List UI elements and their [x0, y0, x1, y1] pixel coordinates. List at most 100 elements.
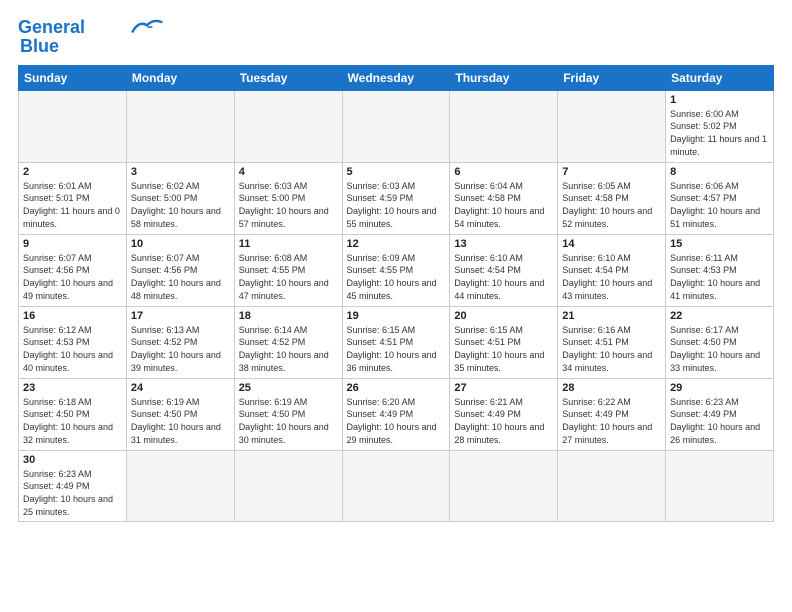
calendar-cell: 5 Sunrise: 6:03 AM Sunset: 4:59 PM Daylig… [342, 162, 450, 234]
header: General Blue [18, 18, 774, 57]
weekday-header-saturday: Saturday [666, 65, 774, 90]
day-number: 1 [670, 94, 769, 106]
calendar-cell: 14Sunrise: 6:10 AM Sunset: 4:54 PM Dayli… [558, 234, 666, 306]
day-info: Sunrise: 6:07 AM Sunset: 4:56 PM Dayligh… [23, 252, 122, 302]
calendar-cell [126, 90, 234, 162]
calendar-cell: 10 Sunrise: 6:07 AM Sunset: 4:56 PM Dayli… [126, 234, 234, 306]
logo: General Blue [18, 18, 163, 57]
day-number: 25 [239, 382, 338, 394]
calendar-cell: 15 Sunrise: 6:11 AM Sunset: 4:53 PM Dayli… [666, 234, 774, 306]
day-number: 2 [23, 166, 122, 178]
calendar-cell: 28Sunrise: 6:22 AM Sunset: 4:49 PM Dayli… [558, 378, 666, 450]
day-number: 14 [562, 238, 661, 250]
day-info: Sunrise: 6:14 AM Sunset: 4:52 PM Dayligh… [239, 324, 338, 374]
calendar-cell: 25 Sunrise: 6:19 AM Sunset: 4:50 PM Dayli… [234, 378, 342, 450]
calendar-cell [234, 90, 342, 162]
calendar-cell: 1Sunrise: 6:00 AM Sunset: 5:02 PM Daylig… [666, 90, 774, 162]
calendar-cell: 11Sunrise: 6:08 AM Sunset: 4:55 PM Dayli… [234, 234, 342, 306]
day-info: Sunrise: 6:09 AM Sunset: 4:55 PM Dayligh… [347, 252, 446, 302]
day-info: Sunrise: 6:13 AM Sunset: 4:52 PM Dayligh… [131, 324, 230, 374]
calendar-cell: 16 Sunrise: 6:12 AM Sunset: 4:53 PM Dayli… [19, 306, 127, 378]
day-number: 16 [23, 310, 122, 322]
weekday-header-wednesday: Wednesday [342, 65, 450, 90]
calendar-cell: 29 Sunrise: 6:23 AM Sunset: 4:49 PM Dayli… [666, 378, 774, 450]
calendar-week-4: 23Sunrise: 6:18 AM Sunset: 4:50 PM Dayli… [19, 378, 774, 450]
calendar-cell: 17 Sunrise: 6:13 AM Sunset: 4:52 PM Dayli… [126, 306, 234, 378]
calendar-cell: 24 Sunrise: 6:19 AM Sunset: 4:50 PM Dayli… [126, 378, 234, 450]
calendar-cell: 4 Sunrise: 6:03 AM Sunset: 5:00 PM Daylig… [234, 162, 342, 234]
day-number: 9 [23, 238, 122, 250]
weekday-header-sunday: Sunday [19, 65, 127, 90]
calendar-cell: 8Sunrise: 6:06 AM Sunset: 4:57 PM Daylig… [666, 162, 774, 234]
day-number: 21 [562, 310, 661, 322]
day-number: 7 [562, 166, 661, 178]
day-number: 6 [454, 166, 553, 178]
day-info: Sunrise: 6:07 AM Sunset: 4:56 PM Dayligh… [131, 252, 230, 302]
day-number: 13 [454, 238, 553, 250]
weekday-header-monday: Monday [126, 65, 234, 90]
day-info: Sunrise: 6:15 AM Sunset: 4:51 PM Dayligh… [347, 324, 446, 374]
calendar-cell [342, 450, 450, 521]
day-info: Sunrise: 6:11 AM Sunset: 4:53 PM Dayligh… [670, 252, 769, 302]
day-info: Sunrise: 6:16 AM Sunset: 4:51 PM Dayligh… [562, 324, 661, 374]
day-number: 24 [131, 382, 230, 394]
day-info: Sunrise: 6:05 AM Sunset: 4:58 PM Dayligh… [562, 180, 661, 230]
calendar-cell [342, 90, 450, 162]
day-number: 4 [239, 166, 338, 178]
day-number: 27 [454, 382, 553, 394]
day-info: Sunrise: 6:21 AM Sunset: 4:49 PM Dayligh… [454, 396, 553, 446]
calendar-cell: 21 Sunrise: 6:16 AM Sunset: 4:51 PM Dayli… [558, 306, 666, 378]
day-info: Sunrise: 6:04 AM Sunset: 4:58 PM Dayligh… [454, 180, 553, 230]
logo-blue: Blue [20, 36, 59, 57]
calendar-cell [558, 90, 666, 162]
calendar-cell: 22Sunrise: 6:17 AM Sunset: 4:50 PM Dayli… [666, 306, 774, 378]
day-info: Sunrise: 6:15 AM Sunset: 4:51 PM Dayligh… [454, 324, 553, 374]
day-info: Sunrise: 6:12 AM Sunset: 4:53 PM Dayligh… [23, 324, 122, 374]
calendar-week-0: 1Sunrise: 6:00 AM Sunset: 5:02 PM Daylig… [19, 90, 774, 162]
day-info: Sunrise: 6:22 AM Sunset: 4:49 PM Dayligh… [562, 396, 661, 446]
day-number: 30 [23, 454, 122, 466]
calendar-cell: 19Sunrise: 6:15 AM Sunset: 4:51 PM Dayli… [342, 306, 450, 378]
day-number: 3 [131, 166, 230, 178]
day-info: Sunrise: 6:23 AM Sunset: 4:49 PM Dayligh… [23, 468, 122, 518]
day-number: 26 [347, 382, 446, 394]
day-number: 23 [23, 382, 122, 394]
calendar-cell: 2 Sunrise: 6:01 AM Sunset: 5:01 PM Daylig… [19, 162, 127, 234]
weekday-header-friday: Friday [558, 65, 666, 90]
day-info: Sunrise: 6:19 AM Sunset: 4:50 PM Dayligh… [239, 396, 338, 446]
day-info: Sunrise: 6:19 AM Sunset: 4:50 PM Dayligh… [131, 396, 230, 446]
page: General Blue SundayMondayTuesdayWednesda… [0, 0, 792, 532]
day-number: 29 [670, 382, 769, 394]
day-info: Sunrise: 6:23 AM Sunset: 4:49 PM Dayligh… [670, 396, 769, 446]
calendar-cell: 30 Sunrise: 6:23 AM Sunset: 4:49 PM Dayli… [19, 450, 127, 521]
day-info: Sunrise: 6:03 AM Sunset: 4:59 PM Dayligh… [347, 180, 446, 230]
day-info: Sunrise: 6:01 AM Sunset: 5:01 PM Dayligh… [23, 180, 122, 230]
day-number: 17 [131, 310, 230, 322]
calendar-cell [234, 450, 342, 521]
calendar-cell: 9 Sunrise: 6:07 AM Sunset: 4:56 PM Daylig… [19, 234, 127, 306]
calendar-cell: 6 Sunrise: 6:04 AM Sunset: 4:58 PM Daylig… [450, 162, 558, 234]
weekday-header-thursday: Thursday [450, 65, 558, 90]
calendar: SundayMondayTuesdayWednesdayThursdayFrid… [18, 65, 774, 522]
weekday-header-row: SundayMondayTuesdayWednesdayThursdayFrid… [19, 65, 774, 90]
day-number: 5 [347, 166, 446, 178]
day-number: 15 [670, 238, 769, 250]
day-info: Sunrise: 6:08 AM Sunset: 4:55 PM Dayligh… [239, 252, 338, 302]
calendar-cell [666, 450, 774, 521]
calendar-cell: 26 Sunrise: 6:20 AM Sunset: 4:49 PM Dayli… [342, 378, 450, 450]
day-info: Sunrise: 6:03 AM Sunset: 5:00 PM Dayligh… [239, 180, 338, 230]
weekday-header-tuesday: Tuesday [234, 65, 342, 90]
calendar-week-3: 16 Sunrise: 6:12 AM Sunset: 4:53 PM Dayli… [19, 306, 774, 378]
calendar-cell: 23Sunrise: 6:18 AM Sunset: 4:50 PM Dayli… [19, 378, 127, 450]
day-info: Sunrise: 6:20 AM Sunset: 4:49 PM Dayligh… [347, 396, 446, 446]
day-number: 22 [670, 310, 769, 322]
calendar-cell [450, 90, 558, 162]
day-number: 10 [131, 238, 230, 250]
calendar-cell [19, 90, 127, 162]
calendar-cell: 3Sunrise: 6:02 AM Sunset: 5:00 PM Daylig… [126, 162, 234, 234]
calendar-cell [126, 450, 234, 521]
calendar-cell: 12Sunrise: 6:09 AM Sunset: 4:55 PM Dayli… [342, 234, 450, 306]
day-number: 20 [454, 310, 553, 322]
calendar-week-1: 2 Sunrise: 6:01 AM Sunset: 5:01 PM Daylig… [19, 162, 774, 234]
calendar-cell [450, 450, 558, 521]
